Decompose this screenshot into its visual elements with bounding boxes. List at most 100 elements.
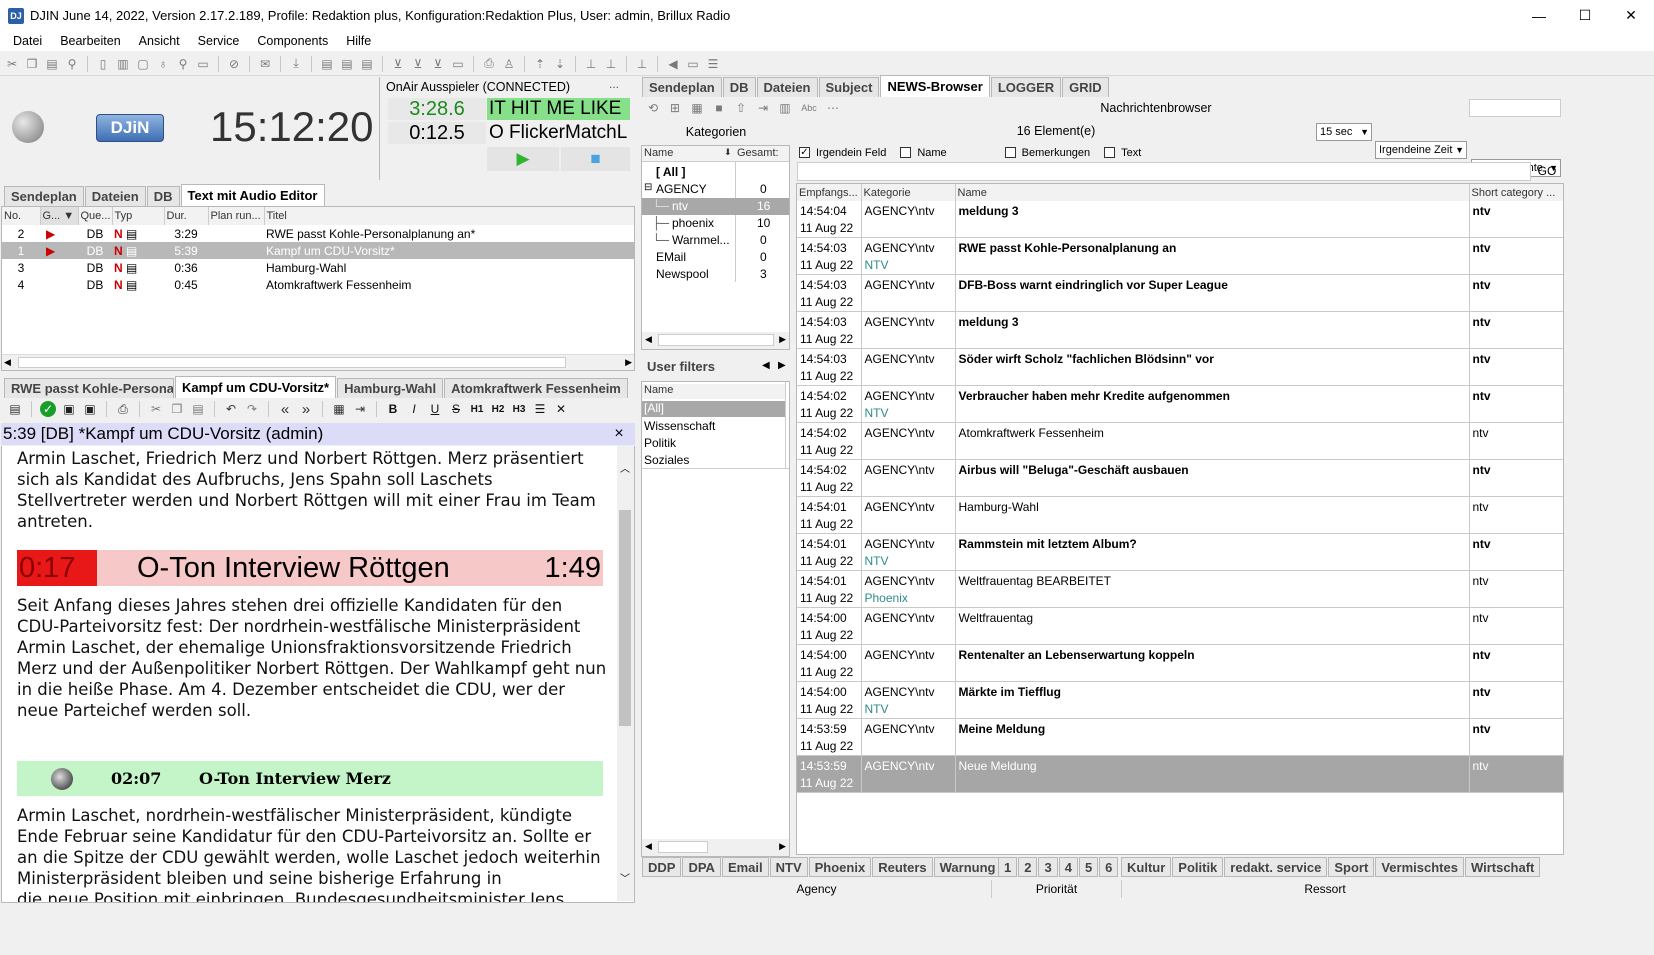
document-icon[interactable]: ▯ — [95, 56, 111, 72]
uf-prev-icon[interactable]: ◀ — [762, 360, 770, 371]
tab-kampf-cdu[interactable]: Kampf um CDU-Vorsitz* — [175, 376, 337, 398]
menu-components[interactable]: Components — [248, 34, 337, 48]
tab-news-browser[interactable]: NEWS-Browser — [880, 75, 990, 97]
person-icon[interactable]: ⚲ — [175, 56, 191, 72]
tab-sendeplan[interactable]: Sendeplan — [4, 186, 84, 206]
scroll-thumb[interactable] — [619, 510, 631, 726]
news-row[interactable]: 14:54:04 11 Aug 22 AGENCY\ntv meldung 3 ntv — [797, 201, 1563, 238]
col-queue[interactable]: Que... — [78, 207, 113, 225]
uf-item-soziales[interactable]: Soziales — [644, 453, 689, 467]
table-icon[interactable]: ▦ — [689, 100, 705, 116]
h1-button[interactable]: H1 — [469, 401, 485, 417]
inbox-c-icon[interactable]: ⊻ — [430, 56, 446, 72]
tab-warnung[interactable]: Warnung — [933, 857, 1002, 877]
news-row[interactable]: 14:54:02 11 Aug 22 AGENCY\ntv NTV Verbrauche… — [797, 385, 1563, 423]
tab-db[interactable]: DB — [146, 186, 180, 206]
go-button[interactable]: GO — [1534, 162, 1560, 181]
news-row[interactable]: 14:53:59 11 Aug 22 AGENCY\ntv Meine Meldung… — [797, 718, 1563, 756]
news-row[interactable]: 14:54:00 11 Aug 22 AGENCY\ntv NTV Märkte im … — [797, 681, 1563, 719]
mic-icon[interactable]: ♁ — [155, 56, 171, 72]
col-short-category[interactable]: Short category ... — [1469, 184, 1563, 201]
h3-button[interactable]: H3 — [511, 401, 527, 417]
news-row[interactable]: 14:54:01 11 Aug 22 AGENCY\ntv NTV Rammstein … — [797, 533, 1563, 571]
news-row[interactable]: 14:54:00 11 Aug 22 AGENCY\ntv Weltfrauentag… — [797, 607, 1563, 645]
news-row[interactable]: 14:54:00 11 Aug 22 AGENCY\ntv Rentenalter a… — [797, 644, 1563, 682]
menu-ansicht[interactable]: Ansicht — [130, 34, 189, 48]
upload-icon[interactable]: ⇧ — [733, 100, 749, 116]
close-window-button[interactable]: ✕ — [1608, 0, 1654, 31]
save-icon[interactable]: ▣ — [61, 401, 77, 417]
tab-priority-5[interactable]: 5 — [1078, 857, 1099, 877]
col-no[interactable]: No. — [2, 207, 41, 225]
print-icon[interactable]: ⎙ — [115, 401, 131, 417]
tab-phoenix[interactable]: Phoenix — [808, 857, 872, 877]
align-b-icon[interactable]: ⊥ — [603, 56, 619, 72]
columns-icon[interactable]: ▥ — [115, 56, 131, 72]
col-g[interactable]: G... ▼ — [40, 207, 79, 225]
table-row[interactable]: 2 ▶ DB N ▤ 3:29 RWE passt Kohle-Personal… — [2, 225, 634, 242]
inbox-a-icon[interactable]: ⊻ — [390, 56, 406, 72]
align-a-icon[interactable]: ⊥ — [583, 56, 599, 72]
print-icon[interactable]: ⎙ — [481, 56, 497, 72]
collapse-icon[interactable]: ⊟ — [644, 182, 652, 193]
tab-reuters[interactable]: Reuters — [872, 857, 933, 877]
strike-button[interactable]: S — [448, 401, 464, 417]
cat-item-agency[interactable]: AGENCY — [656, 182, 707, 196]
tab-priority-4[interactable]: 4 — [1058, 857, 1078, 877]
tree-list-icon[interactable]: ☰ — [705, 56, 721, 72]
tab-sendeplan-right[interactable]: Sendeplan — [642, 77, 722, 97]
confirm-icon[interactable]: ✓ — [40, 401, 56, 417]
tab-grid[interactable]: GRID — [1062, 77, 1109, 97]
copy-icon[interactable]: ❐ — [24, 56, 40, 72]
tab-ddp[interactable]: DDP — [642, 857, 682, 877]
insert-audio-icon[interactable]: ⇥ — [352, 401, 368, 417]
stop-icon[interactable]: ■ — [711, 100, 727, 116]
copy-icon[interactable]: ❐ — [169, 401, 185, 417]
news-row[interactable]: 14:54:03 11 Aug 22 AGENCY\ntv NTV RWE passt … — [797, 237, 1563, 275]
playlist-hscrollbar[interactable]: ◀ ▶ — [2, 354, 634, 370]
news-row[interactable]: 14:54:02 11 Aug 22 AGENCY\ntv Atomkraftwerk… — [797, 422, 1563, 460]
tab-vermischtes[interactable]: Vermischtes — [1375, 857, 1464, 877]
menu-hilfe[interactable]: Hilfe — [337, 34, 380, 48]
merge-icon[interactable]: ⊥ — [634, 56, 650, 72]
checkbox-text[interactable] — [1104, 147, 1116, 158]
news-search-box[interactable] — [1469, 99, 1561, 117]
news-row[interactable]: 14:54:03 11 Aug 22 AGENCY\ntv meldung 3 ntv — [797, 311, 1563, 349]
cat-item-newspool[interactable]: Newspool — [656, 267, 709, 281]
minus-box-icon[interactable]: ▭ — [685, 56, 701, 72]
tab-logger[interactable]: LOGGER — [990, 77, 1062, 97]
cat-col-name[interactable]: Name — [644, 147, 673, 159]
refresh-interval-select[interactable]: 15 sec ▼ — [1316, 123, 1372, 141]
tab-dpa[interactable]: DPA — [682, 857, 721, 877]
tab-subject[interactable]: Subject — [818, 77, 880, 97]
news-search-input[interactable] — [797, 162, 1531, 181]
col-typ[interactable]: Typ — [112, 207, 165, 225]
tab-email[interactable]: Email — [721, 857, 769, 877]
minimize-button[interactable]: — — [1516, 0, 1562, 31]
tree-icon[interactable]: ⊞ — [667, 100, 683, 116]
tab-text-audio-editor[interactable]: Text mit Audio Editor — [180, 184, 325, 206]
tab-priority-6[interactable]: 6 — [1099, 857, 1119, 877]
tab-kultur[interactable]: Kultur — [1121, 857, 1172, 877]
col-kategorie[interactable]: Kategorie — [861, 184, 956, 201]
list-b-icon[interactable]: ▤ — [339, 56, 355, 72]
news-row[interactable]: 14:54:03 11 Aug 22 AGENCY\ntv DFB-Boss warn… — [797, 274, 1563, 312]
maximize-button[interactable]: ☐ — [1562, 0, 1608, 31]
undo-icon[interactable]: ↶ — [223, 401, 239, 417]
oton-block-roettgen[interactable]: 0:17 O-Ton Interview Röttgen 1:49 — [17, 550, 603, 586]
move-up-icon[interactable]: ⇡ — [532, 56, 548, 72]
tab-atomkraftwerk[interactable]: Atomkraftwerk Fessenheim — [444, 378, 628, 398]
tab-redakt-service[interactable]: redakt. service — [1224, 857, 1328, 877]
abc-icon[interactable]: Abc — [799, 100, 819, 116]
uf-item-politik[interactable]: Politik — [644, 436, 676, 450]
scroll-right-icon[interactable]: ▶ — [625, 357, 632, 368]
news-row[interactable]: 14:54:01 11 Aug 22 AGENCY\ntv Hamburg-Wahl n… — [797, 496, 1563, 534]
news-row[interactable]: 14:54:01 11 Aug 22 AGENCY\ntv Phoenix Weltfr… — [797, 570, 1563, 608]
col-empfangs[interactable]: Empfangs... — [797, 184, 862, 201]
editor-vscrollbar[interactable]: ︿ ﹀ — [617, 446, 634, 901]
import-icon[interactable]: ⇥ — [755, 100, 771, 116]
checkbox-name[interactable] — [900, 147, 912, 158]
menu-service[interactable]: Service — [189, 34, 249, 48]
checkbox-any-field[interactable]: ✓ — [799, 147, 810, 158]
save-all-icon[interactable]: ▣ — [82, 401, 98, 417]
